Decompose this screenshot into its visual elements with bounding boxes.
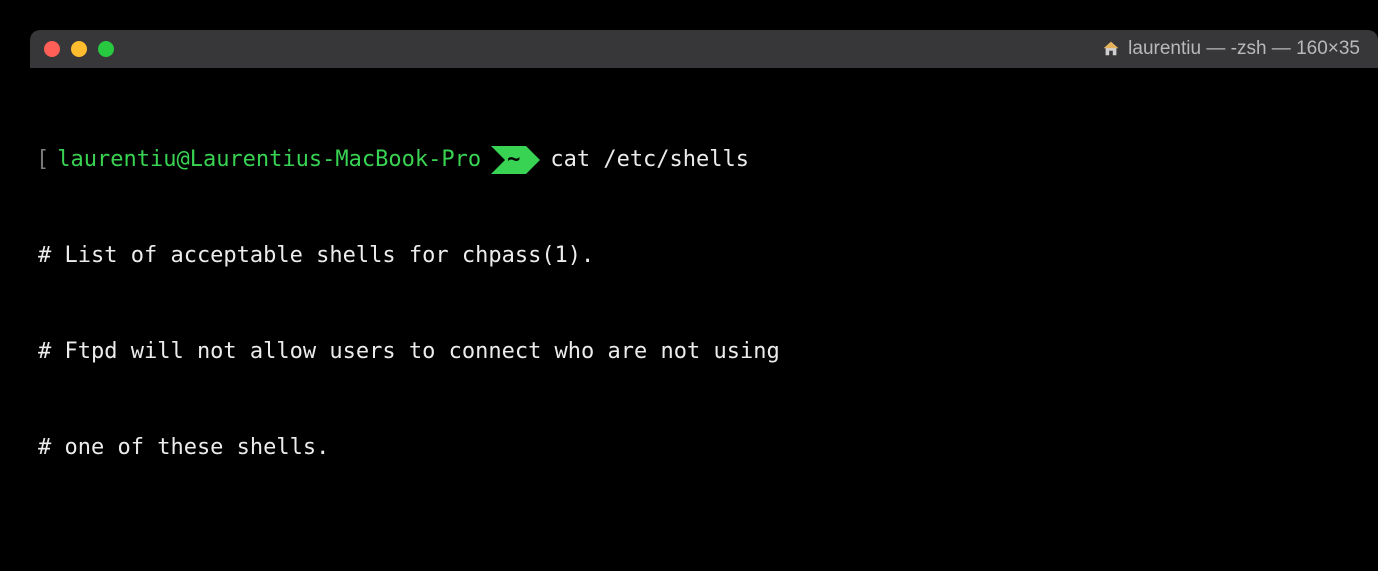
prompt-bracket: [ xyxy=(34,144,49,176)
terminal-window: laurentiu — -zsh — 160×35 [ laurentiu@La… xyxy=(30,30,1378,571)
powerline-arrow-left-icon xyxy=(491,146,505,174)
terminal-content[interactable]: [ laurentiu@Laurentius-MacBook-Pro ~ cat… xyxy=(30,68,1378,571)
output-line: # List of acceptable shells for chpass(1… xyxy=(34,240,1374,272)
maximize-button[interactable] xyxy=(98,41,114,57)
prompt-line-1: [ laurentiu@Laurentius-MacBook-Pro ~ cat… xyxy=(34,144,1374,176)
prompt-user-host: laurentiu@Laurentius-MacBook-Pro xyxy=(49,144,491,176)
output-line: # one of these shells. xyxy=(34,432,1374,464)
window-titlebar[interactable]: laurentiu — -zsh — 160×35 xyxy=(30,30,1378,68)
prompt-cwd: ~ xyxy=(505,146,526,174)
output-line: # Ftpd will not allow users to connect w… xyxy=(34,336,1374,368)
home-icon xyxy=(1102,40,1120,58)
window-title-text: laurentiu — -zsh — 160×35 xyxy=(1128,38,1360,60)
prompt-cwd-segment: ~ xyxy=(491,146,540,174)
close-button[interactable] xyxy=(44,41,60,57)
window-title: laurentiu — -zsh — 160×35 xyxy=(1102,38,1360,60)
minimize-button[interactable] xyxy=(71,41,87,57)
powerline-arrow-right-icon xyxy=(526,146,540,174)
traffic-lights xyxy=(44,41,114,57)
command-text: cat /etc/shells xyxy=(540,144,749,176)
